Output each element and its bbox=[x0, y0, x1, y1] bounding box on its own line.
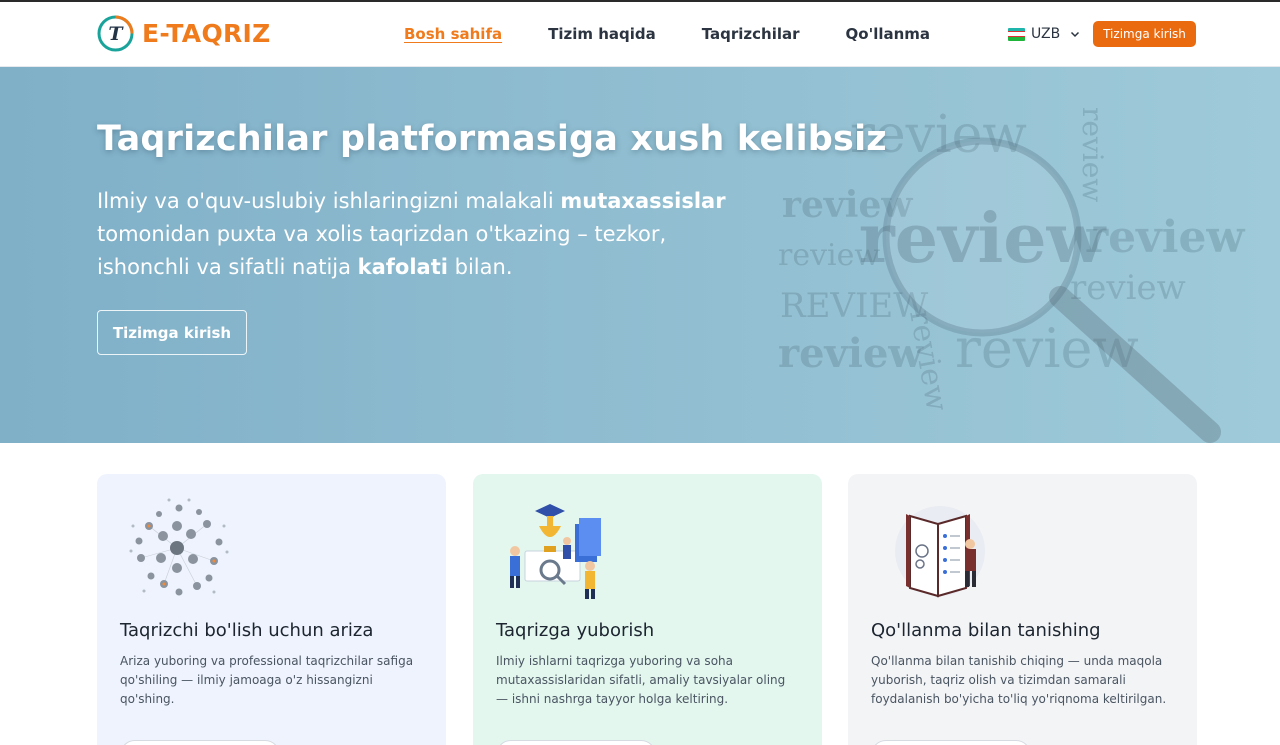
card-action-button[interactable] bbox=[120, 740, 280, 745]
art-word: review bbox=[1076, 107, 1109, 202]
hero-title: Taqrizchilar platformasiga xush kelibsiz bbox=[97, 119, 887, 159]
language-selector[interactable]: UZB bbox=[1008, 26, 1080, 42]
language-label: UZB bbox=[1031, 26, 1061, 42]
uzbekistan-flag-icon bbox=[1008, 27, 1025, 41]
nav-home[interactable]: Bosh sahifa bbox=[404, 25, 502, 43]
hero-subtitle: Ilmiy va o'quv-uslubiy ishlaringizni mal… bbox=[97, 185, 747, 284]
manual-card[interactable]: Qo'llanma bilan tanishing Qo'llanma bila… bbox=[848, 474, 1197, 745]
manual-book-illustration bbox=[895, 506, 985, 598]
hero-subtitle-emphasis: kafolati bbox=[357, 255, 448, 279]
card-action-button[interactable] bbox=[496, 740, 656, 745]
nav-manual[interactable]: Qo'llanma bbox=[846, 25, 931, 43]
main-nav: Bosh sahifa Tizim haqida Taqrizchilar Qo… bbox=[404, 25, 930, 43]
card-title: Qo'llanma bilan tanishing bbox=[871, 620, 1101, 641]
card-description: Ilmiy ishlarni taqrizga yuboring va soha… bbox=[496, 654, 786, 706]
svg-text:review: review bbox=[859, 199, 1107, 279]
card-description: Ariza yuboring va professional taqrizchi… bbox=[120, 654, 414, 706]
hero-subtitle-text: bilan. bbox=[447, 255, 513, 279]
card-action-button[interactable] bbox=[871, 740, 1031, 745]
hero-section: review review review REVIEW review revie… bbox=[0, 67, 1280, 443]
apply-reviewer-card[interactable]: Taqrizchi bo'lish uchun ariza Ariza yubo… bbox=[97, 474, 446, 745]
hero-subtitle-emphasis: mutaxassislar bbox=[560, 189, 726, 213]
art-word: review bbox=[1085, 212, 1245, 263]
hero-login-button[interactable]: Tizimga kirish bbox=[97, 310, 247, 355]
logo-icon: T bbox=[97, 15, 134, 52]
art-word: review bbox=[778, 330, 924, 377]
nav-about[interactable]: Tizim haqida bbox=[548, 25, 656, 43]
submit-review-card[interactable]: Taqrizga yuborish Ilmiy ishlarni taqrizg… bbox=[473, 474, 822, 745]
chevron-down-icon bbox=[1071, 31, 1080, 38]
card-title: Taqrizga yuborish bbox=[496, 620, 655, 641]
nav-reviewers[interactable]: Taqrizchilar bbox=[702, 25, 800, 43]
people-network-illustration bbox=[129, 498, 229, 596]
logo-text: E-TAQRIZ bbox=[142, 19, 271, 48]
hero-subtitle-text: Ilmiy va o'quv-uslubiy ishlaringizni mal… bbox=[97, 189, 561, 213]
card-title: Taqrizchi bo'lish uchun ariza bbox=[120, 620, 374, 641]
header-login-button[interactable]: Tizimga kirish bbox=[1093, 21, 1196, 47]
team-achievement-illustration bbox=[510, 504, 601, 599]
card-description: Qo'llanma bilan tanishib chiqing — unda … bbox=[871, 654, 1167, 706]
logo[interactable]: T E-TAQRIZ bbox=[97, 15, 271, 52]
site-header: T E-TAQRIZ Bosh sahifa Tizim haqida Taqr… bbox=[0, 2, 1280, 67]
logo-letter: T bbox=[108, 23, 124, 45]
